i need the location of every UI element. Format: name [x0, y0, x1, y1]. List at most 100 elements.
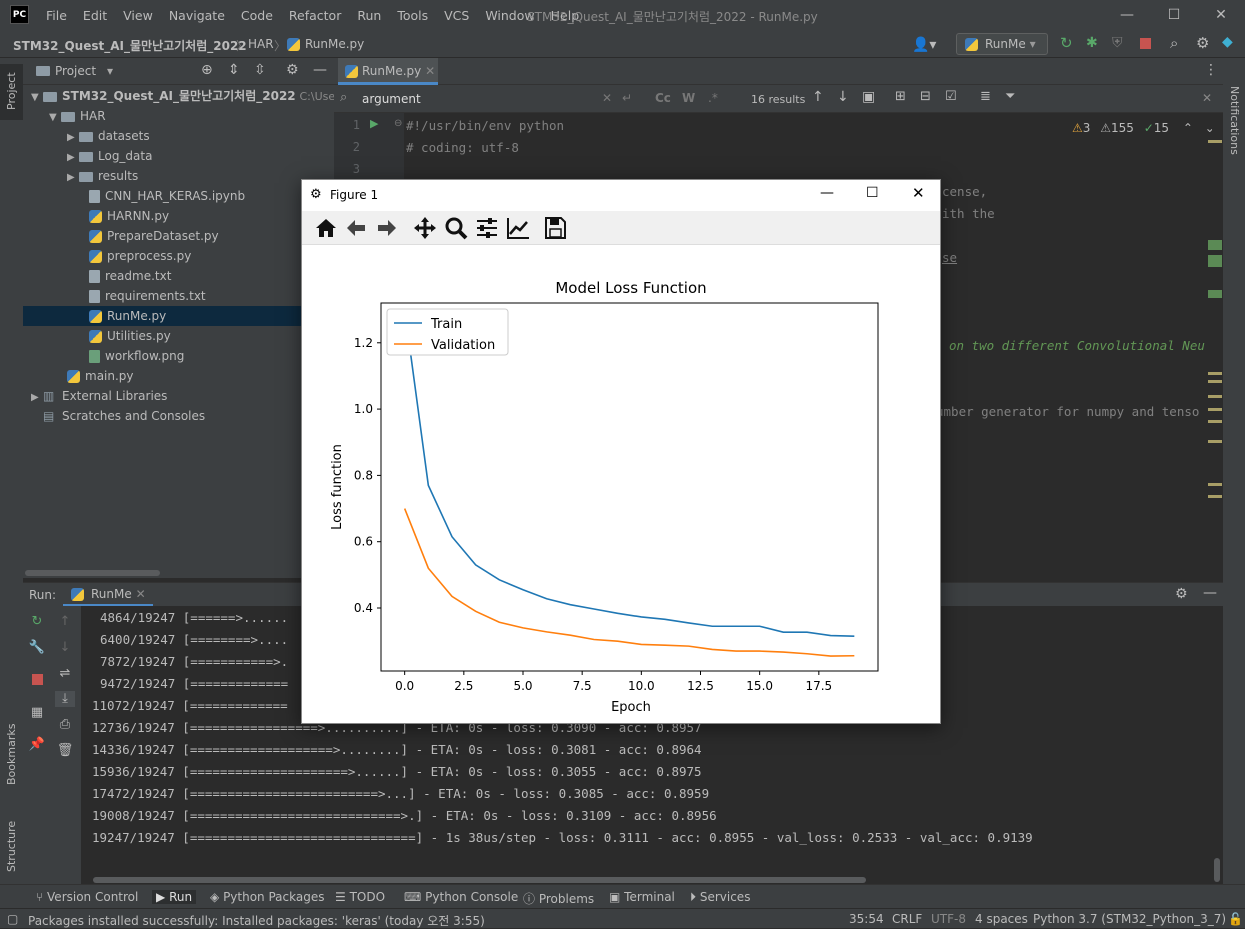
- fold-icon[interactable]: ⊖: [394, 118, 402, 129]
- tree-item[interactable]: PrepareDataset.py: [23, 226, 334, 246]
- file-encoding[interactable]: UTF-8: [931, 912, 966, 926]
- down-icon[interactable]: ↓: [55, 640, 75, 656]
- debug-icon[interactable]: ✱: [1086, 35, 1098, 51]
- coverage-icon[interactable]: ⛨: [1112, 35, 1123, 51]
- regex-icon[interactable]: .*: [708, 91, 718, 105]
- collapse-all-icon[interactable]: ⇳: [254, 62, 266, 78]
- forward-icon[interactable]: [374, 215, 400, 241]
- remove-occurrence-icon[interactable]: ⊟: [920, 89, 931, 104]
- breadcrumb-project[interactable]: STM32_Quest_AI_물만난고기처럼_2022: [13, 37, 247, 54]
- open-in-window-icon[interactable]: ▣: [862, 89, 875, 105]
- close-icon[interactable]: ✕: [1206, 4, 1236, 26]
- tab-problems[interactable]: ⓘ Problems: [523, 890, 594, 907]
- maximize-icon[interactable]: ☐: [1159, 4, 1189, 26]
- menu-refactor[interactable]: Refactor: [289, 8, 341, 23]
- tab-version-control[interactable]: ⑂ Version Control: [36, 890, 138, 904]
- run-tab-runme[interactable]: RunMe ✕: [63, 583, 153, 607]
- trash-icon[interactable]: 🗑: [55, 743, 75, 759]
- previous-occurrence-icon[interactable]: ↑: [812, 89, 824, 105]
- tab-run[interactable]: ▶ Run: [152, 890, 197, 904]
- menu-file[interactable]: File: [46, 8, 67, 23]
- status-message[interactable]: Packages installed successfully: Install…: [28, 912, 485, 929]
- tree-item[interactable]: ▶ results: [23, 166, 334, 186]
- settings-gear-icon[interactable]: ⚙: [1175, 586, 1188, 602]
- tab-python-console[interactable]: ⌨ Python Console: [404, 890, 518, 904]
- tab-services[interactable]: ⏵ Services: [690, 890, 750, 905]
- stop-icon[interactable]: [1140, 38, 1151, 49]
- search-input[interactable]: argument: [362, 92, 421, 106]
- tree-item[interactable]: ▤ Scratches and Consoles: [23, 406, 334, 426]
- close-find-icon[interactable]: ✕: [1202, 91, 1212, 105]
- tree-item[interactable]: ▶ ▥ External Libraries: [23, 386, 334, 406]
- save-icon[interactable]: [542, 215, 568, 241]
- chevron-up-icon[interactable]: ⌃: [1183, 121, 1193, 135]
- python-interpreter[interactable]: Python 3.7 (STM32_Python_3_7): [1033, 912, 1226, 926]
- new-line-icon[interactable]: ↵: [622, 91, 632, 105]
- tree-item[interactable]: readme.txt: [23, 266, 334, 286]
- tree-item[interactable]: CNN_HAR_KERAS.ipynb: [23, 186, 334, 206]
- run-config-select[interactable]: RunMe ▾: [956, 33, 1048, 55]
- edit-axis-icon[interactable]: [505, 215, 531, 241]
- chevron-down-icon[interactable]: ⌄: [1205, 121, 1212, 135]
- match-case-icon[interactable]: Cc: [655, 91, 671, 105]
- tree-item[interactable]: preprocess.py: [23, 246, 334, 266]
- jetbrains-icon[interactable]: ◆: [1222, 34, 1233, 50]
- menu-view[interactable]: View: [123, 8, 153, 23]
- close-icon[interactable]: ✕: [912, 184, 925, 202]
- expand-all-icon[interactable]: ⇕: [228, 62, 240, 78]
- home-icon[interactable]: [313, 215, 339, 241]
- close-tab-icon[interactable]: ✕: [425, 64, 435, 78]
- editor-tab-runme[interactable]: RunMe.py ✕: [338, 58, 438, 85]
- breadcrumb-har[interactable]: HAR: [248, 37, 274, 51]
- rerun-icon[interactable]: ↻: [1060, 34, 1073, 52]
- project-tool-tab[interactable]: Project: [0, 64, 23, 120]
- tab-python-packages[interactable]: ◈ Python Packages: [210, 890, 324, 904]
- search-icon[interactable]: ⌕: [1170, 34, 1178, 52]
- menu-navigate[interactable]: Navigate: [169, 8, 225, 23]
- stop-icon[interactable]: [32, 674, 43, 685]
- tree-item-selected[interactable]: RunMe.py: [23, 306, 334, 326]
- menu-edit[interactable]: Edit: [83, 8, 107, 23]
- tree-item[interactable]: HARNN.py: [23, 206, 334, 226]
- indent-setting[interactable]: 4 spaces: [975, 912, 1028, 926]
- vertical-scrollbar[interactable]: [1214, 858, 1220, 882]
- tab-todo[interactable]: ☰ TODO: [335, 890, 385, 904]
- tree-item[interactable]: ▶ Log_data: [23, 146, 334, 166]
- breadcrumb-file[interactable]: RunMe.py: [287, 37, 364, 51]
- minimize-icon[interactable]: —: [820, 185, 834, 201]
- tree-item[interactable]: Utilities.py: [23, 326, 334, 346]
- filter-options-icon[interactable]: ≣: [980, 89, 991, 104]
- select-all-occurrences-icon[interactable]: ☑: [945, 89, 957, 104]
- chevron-down-icon[interactable]: ▾: [107, 64, 113, 78]
- line-separator[interactable]: CRLF: [892, 912, 922, 926]
- loss-chart[interactable]: Model Loss Function Epoch Loss function …: [302, 245, 940, 723]
- settings-gear-icon[interactable]: ⚙: [1196, 34, 1209, 52]
- rerun-icon[interactable]: ↻: [27, 614, 47, 630]
- pin-icon[interactable]: 📌: [27, 737, 47, 753]
- bookmarks-tool-tab[interactable]: Bookmarks: [0, 713, 23, 803]
- user-icon[interactable]: 👤▾: [912, 37, 936, 53]
- tree-item[interactable]: ▶ datasets: [23, 126, 334, 146]
- zoom-icon[interactable]: [443, 215, 469, 241]
- whole-words-icon[interactable]: W: [682, 91, 695, 105]
- tree-item[interactable]: requirements.txt: [23, 286, 334, 306]
- tree-item[interactable]: main.py: [23, 366, 334, 386]
- print-icon[interactable]: ⎙: [55, 717, 75, 733]
- layout-icon[interactable]: ▦: [27, 705, 47, 721]
- menu-vcs[interactable]: VCS: [444, 8, 469, 23]
- more-options-icon[interactable]: ⋮: [1204, 62, 1218, 78]
- caret-position[interactable]: 35:54: [849, 912, 884, 926]
- project-view-select[interactable]: Project: [55, 64, 96, 78]
- add-occurrence-icon[interactable]: ⊞: [895, 89, 906, 104]
- status-panel-icon[interactable]: ▢: [7, 912, 18, 926]
- maximize-icon[interactable]: ☐: [866, 185, 879, 201]
- filter-icon[interactable]: ⏷: [1005, 89, 1015, 104]
- hide-panel-icon[interactable]: —: [313, 62, 327, 78]
- soft-wrap-icon[interactable]: ⇌: [55, 666, 75, 682]
- back-icon[interactable]: [343, 215, 369, 241]
- inspection-widget[interactable]: ⚠3 ⚠155 ✓15 ⌃ ⌄: [1072, 121, 1212, 135]
- locate-icon[interactable]: ⊕: [201, 62, 213, 78]
- clear-search-icon[interactable]: ✕: [602, 91, 612, 105]
- structure-tool-tab[interactable]: Structure: [0, 808, 23, 878]
- wrench-icon[interactable]: 🔧: [27, 640, 47, 656]
